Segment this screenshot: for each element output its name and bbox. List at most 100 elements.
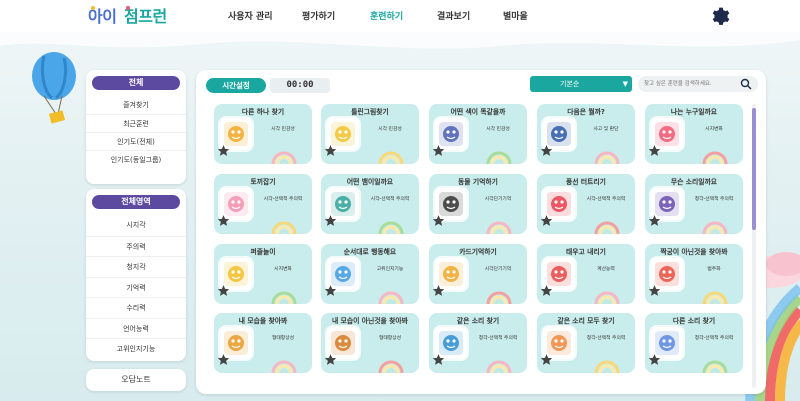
favorite-star-icon[interactable] (217, 214, 230, 227)
card-title: 나는 누구일까요 (670, 108, 718, 116)
timer-setting-button[interactable]: 시간설정 (206, 78, 266, 93)
card-category: 시지변화 (705, 127, 723, 132)
favorite-star-icon[interactable] (648, 144, 661, 157)
wrong-answer-note-button[interactable]: 오답노트 (86, 369, 186, 391)
training-card[interactable]: 다른 하나 찾기 시각 민감성 (214, 104, 312, 164)
training-card[interactable]: 풍선 터트리기시각-선택적 주의력 (537, 174, 635, 234)
training-card[interactable]: 동물 기억하기시각단기기억 (429, 174, 527, 234)
nav-star-village[interactable]: 별마을 (503, 9, 528, 22)
card-category: 시각-선택적 주의력 (586, 197, 626, 202)
card-title: 동물 기억하기 (458, 178, 498, 186)
favorite-star-icon[interactable] (432, 353, 445, 366)
favorite-star-icon[interactable] (324, 214, 337, 227)
card-category: 청각-선택적 주의력 (586, 336, 626, 341)
favorite-star-icon[interactable] (540, 353, 553, 366)
sidebar-item-popular-all[interactable]: 인기도(전체) (86, 132, 186, 150)
favorite-star-icon[interactable] (432, 284, 445, 297)
sidebar-item-attention[interactable]: 주의력 (86, 235, 186, 257)
search-icon[interactable] (740, 78, 752, 90)
favorite-star-icon[interactable] (648, 214, 661, 227)
sidebar-item-popular-group[interactable]: 인기도(동일그룹) (86, 150, 186, 168)
favorite-star-icon[interactable] (432, 144, 445, 157)
card-title: 짝궁이 아닌것을 찾아봐 (660, 248, 728, 256)
rainbow-arc-icon (378, 291, 404, 304)
sort-select-value: 기본순 (560, 80, 580, 88)
rainbow-arc-icon (486, 291, 512, 304)
training-card[interactable]: 순서대로 행동해요 고위인지기능 (321, 244, 419, 304)
card-category: 시각-선택적 주의력 (370, 197, 410, 202)
sidebar-item-math[interactable]: 수리력 (86, 297, 186, 318)
card-category: 시지변화 (274, 267, 292, 272)
sidebar-item-visual-perception[interactable]: 시지각 (86, 215, 186, 236)
training-card[interactable]: 태우고 내리기계산능력 (537, 244, 635, 304)
card-title: 풍선 터트리기 (566, 178, 606, 186)
training-card[interactable]: 어떤 뱀이일까요시각-선택적 주의력 (321, 174, 419, 234)
sidebar-section-title[interactable]: 전체영역 (92, 195, 180, 209)
card-title: 틀린그림찾기 (351, 108, 389, 116)
favorite-star-icon[interactable] (324, 353, 337, 366)
card-category: 시각단기기억 (484, 197, 512, 202)
card-title: 퍼즐놀이 (250, 248, 276, 256)
training-card[interactable]: 다음은 뭘까? 사고 및 판단 (537, 104, 635, 164)
card-category: 청각-선택적 주의력 (694, 197, 734, 202)
card-category: 형태항상성 (271, 336, 295, 341)
favorite-star-icon[interactable] (217, 284, 230, 297)
rainbow-arc-icon (271, 221, 297, 234)
card-category: 형태항상성 (378, 336, 402, 341)
rainbow-arc-icon (271, 151, 297, 164)
favorite-star-icon[interactable] (648, 353, 661, 366)
training-card[interactable]: 내 모습이 아닌것을 찾아봐 형태항상성 (321, 313, 419, 373)
sidebar-item-memory[interactable]: 기억력 (86, 276, 186, 298)
favorite-star-icon[interactable] (648, 284, 661, 297)
favorite-star-icon[interactable] (324, 284, 337, 297)
training-card[interactable]: 무슨 소리일까요 청각-선택적 주의력 (645, 174, 743, 234)
training-card[interactable]: 나는 누구일까요시지변화 (645, 104, 743, 164)
training-card[interactable]: 어떤 색이 똑같을까 시각 민감성 (429, 104, 527, 164)
nav-training[interactable]: 훈련하기 (370, 9, 403, 22)
favorite-star-icon[interactable] (540, 144, 553, 157)
sort-select[interactable]: 기본순 ▼ (530, 76, 632, 92)
favorite-star-icon[interactable] (217, 144, 230, 157)
rainbow-arc-icon (594, 221, 620, 234)
rainbow-arc-icon (594, 151, 620, 164)
sidebar-item-favorites[interactable]: 즐겨찾기 (86, 96, 186, 114)
nav-user-management[interactable]: 사용자 관리 (228, 9, 273, 22)
training-card[interactable]: 카드기억하기 시각단기기억 (429, 244, 527, 304)
nav-evaluate[interactable]: 평가하기 (302, 9, 335, 22)
gear-icon[interactable] (708, 4, 730, 26)
card-title: 태우고 내리기 (566, 248, 606, 256)
favorite-star-icon[interactable] (324, 144, 337, 157)
card-title: 순서대로 행동해요 (343, 248, 397, 256)
rainbow-arc-icon (702, 151, 728, 164)
sidebar-item-auditory-perception[interactable]: 청지각 (86, 256, 186, 277)
training-card[interactable]: 짝궁이 아닌것을 찾아봐범주화 (645, 244, 743, 304)
training-card[interactable]: 같은 소리 모두 찾기 청각-선택적 주의력 (537, 313, 635, 373)
training-card[interactable]: 퍼즐놀이시지변화 (214, 244, 312, 304)
card-title: 어떤 뱀이일까요 (346, 178, 394, 186)
sidebar-section-title[interactable]: 전체 (92, 76, 180, 90)
top-navigation-bar: 아이 점프런 사용자 관리 평가하기 훈련하기 결과보기 별마을 (0, 0, 800, 32)
sidebar-section-areas: 전체영역 시지각 주의력 청지각 기억력 수리력 언어능력 고위인지기능 (86, 189, 186, 361)
favorite-star-icon[interactable] (540, 284, 553, 297)
rainbow-arc-icon (486, 360, 512, 373)
favorite-star-icon[interactable] (217, 353, 230, 366)
sidebar-item-language[interactable]: 언어능력 (86, 317, 186, 339)
training-card[interactable]: 다른 소리 찾기 청각-선택적 주의력 (645, 313, 743, 373)
hot-air-balloon-decoration (32, 52, 76, 124)
training-card[interactable]: 틀린그림찾기 시각 민감성 (321, 104, 419, 164)
sidebar-item-recent[interactable]: 최근훈련 (86, 114, 186, 132)
main-nav: 사용자 관리 평가하기 훈련하기 결과보기 별마을 (0, 9, 800, 25)
favorite-star-icon[interactable] (540, 214, 553, 227)
card-category: 계산능력 (597, 267, 615, 272)
card-category: 청각-선택적 주의력 (478, 336, 518, 341)
sidebar-item-higher-cognition[interactable]: 고위인지기능 (86, 338, 186, 359)
nav-results[interactable]: 결과보기 (437, 9, 470, 22)
chevron-down-icon: ▼ (622, 80, 628, 88)
training-card[interactable]: 같은 소리 찾기 청각-선택적 주의력 (429, 313, 527, 373)
timer-display[interactable]: 00:00 (270, 78, 330, 93)
header-wave-decoration (0, 32, 800, 49)
training-card[interactable]: 내 모습을 찾아봐 형태항상성 (214, 313, 312, 373)
favorite-star-icon[interactable] (432, 214, 445, 227)
card-category: 범주화 (707, 267, 721, 272)
training-card[interactable]: 토끼잡기 시각-선택적 주의력 (214, 174, 312, 234)
